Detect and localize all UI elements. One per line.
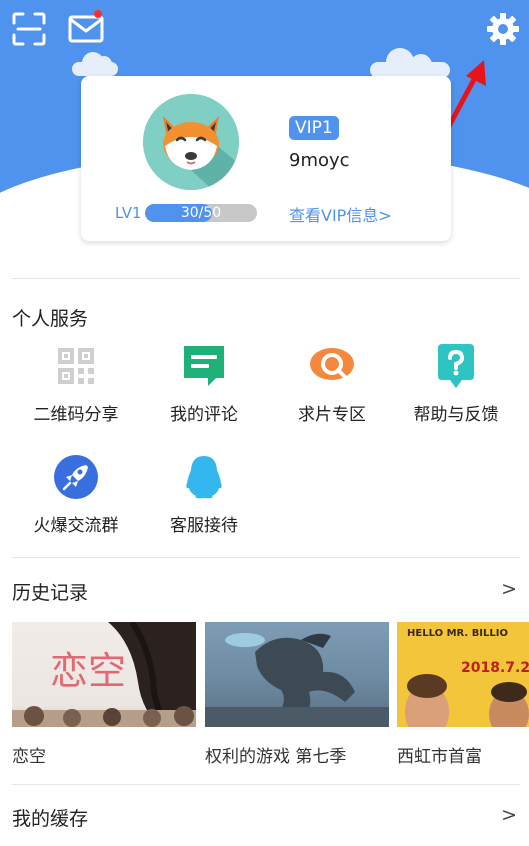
history-poster xyxy=(205,622,389,727)
fox-avatar-icon xyxy=(143,94,239,190)
service-hot-group[interactable]: 火爆交流群 xyxy=(12,453,140,536)
poster-art-icon xyxy=(205,633,389,727)
poster-title: 恋空 xyxy=(50,649,127,693)
help-feedback-icon xyxy=(438,344,474,388)
service-label: 帮助与反馈 xyxy=(413,405,499,425)
unread-badge xyxy=(94,10,102,18)
rocket-icon xyxy=(54,455,98,499)
history-more-arrow[interactable]: > xyxy=(501,578,517,600)
qr-code-icon xyxy=(58,348,94,384)
service-customer-support[interactable]: 客服接待 xyxy=(140,453,268,536)
poster-art-icon xyxy=(405,674,529,727)
service-label: 火爆交流群 xyxy=(33,516,119,536)
level-progress-text: 30/50 xyxy=(180,205,222,221)
history-section-title: 历史记录 xyxy=(12,582,89,604)
settings-gear-icon[interactable] xyxy=(486,12,520,46)
divider xyxy=(12,557,520,558)
level-progress-bar: 30/50 xyxy=(145,204,257,222)
history-poster: HELLO MR. BILLIO 2018.7.2 xyxy=(397,622,529,727)
history-item[interactable]: 权利的游戏 第七季 xyxy=(205,622,389,767)
cache-more-arrow[interactable]: > xyxy=(501,804,517,826)
history-title: 权利的游戏 第七季 xyxy=(205,747,347,767)
services-section-title: 个人服务 xyxy=(12,308,89,330)
service-label: 求片专区 xyxy=(298,405,366,425)
profile-card: VIP1 9moyc LV1 30/50 查看VIP信息> xyxy=(81,76,451,241)
service-label: 我的评论 xyxy=(170,405,238,425)
cloud-decoration xyxy=(72,52,118,76)
username: 9moyc xyxy=(289,150,350,171)
history-item[interactable]: 恋空 恋空 xyxy=(12,622,196,767)
service-help-feedback[interactable]: 帮助与反馈 xyxy=(392,342,520,425)
qq-penguin-icon xyxy=(186,456,222,499)
avatar[interactable] xyxy=(143,94,239,190)
service-request-movie[interactable]: 求片专区 xyxy=(268,342,396,425)
history-item[interactable]: HELLO MR. BILLIO 2018.7.2 西虹市首富 xyxy=(397,622,529,767)
service-qr-share[interactable]: 二维码分享 xyxy=(12,342,140,425)
history-title: 恋空 xyxy=(12,747,46,767)
history-title: 西虹市首富 xyxy=(397,747,482,767)
service-label: 客服接待 xyxy=(170,516,238,536)
comment-icon xyxy=(184,346,224,386)
vip-badge: VIP1 xyxy=(289,116,339,140)
service-my-comments[interactable]: 我的评论 xyxy=(140,342,268,425)
cache-section-title: 我的缓存 xyxy=(12,808,89,830)
level-label: LV1 xyxy=(115,204,142,222)
service-label: 二维码分享 xyxy=(33,405,119,425)
search-movie-icon xyxy=(310,348,354,380)
history-poster: 恋空 xyxy=(12,622,196,727)
scan-icon[interactable] xyxy=(12,12,46,46)
view-vip-info-link[interactable]: 查看VIP信息> xyxy=(289,202,392,226)
divider xyxy=(12,278,520,279)
divider xyxy=(12,784,520,785)
